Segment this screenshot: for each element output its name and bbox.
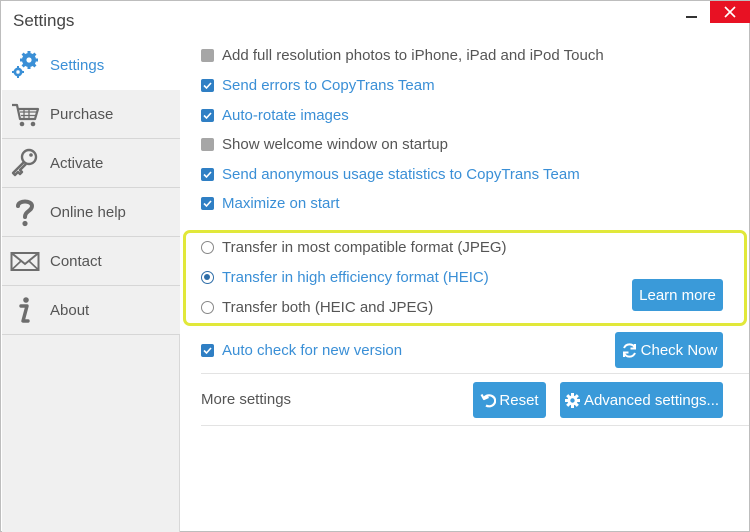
check-icon — [203, 82, 212, 90]
check-icon — [203, 171, 212, 179]
section-divider — [201, 373, 749, 374]
option-usage-statistics[interactable]: Send anonymous usage statistics to CopyT… — [201, 164, 601, 186]
option-label: Send errors to CopyTrans Team — [222, 77, 435, 94]
option-maximize-on-start[interactable]: Maximize on start — [201, 193, 381, 215]
option-auto-check-version[interactable]: Auto check for new version — [201, 340, 441, 362]
sidebar-item-label: Settings — [50, 57, 105, 74]
check-now-button[interactable]: Check Now — [615, 332, 723, 368]
sidebar-item-settings[interactable]: Settings — [2, 41, 181, 90]
envelope-icon — [10, 252, 40, 271]
sidebar-item-label: Activate — [50, 155, 104, 172]
sidebar-item-label: Purchase — [50, 106, 114, 123]
option-send-errors[interactable]: Send errors to CopyTrans Team — [201, 75, 461, 97]
sidebar: Settings Purchase Activate Online help C… — [2, 41, 181, 532]
advanced-settings-button[interactable]: Advanced settings... — [560, 382, 723, 418]
sidebar-item-purchase[interactable]: Purchase — [2, 90, 180, 139]
sidebar-item-label: About — [50, 302, 90, 319]
option-full-resolution[interactable]: Add full resolution photos to iPhone, iP… — [201, 45, 621, 67]
option-welcome-window[interactable]: Show welcome window on startup — [201, 134, 481, 156]
advanced-settings-label: Advanced settings... — [583, 391, 720, 409]
option-label: Show welcome window on startup — [222, 136, 448, 153]
option-label: Auto check for new version — [222, 342, 403, 359]
radio-button-selected[interactable] — [201, 271, 214, 284]
checkbox-unchecked[interactable] — [201, 49, 214, 62]
check-icon — [203, 347, 212, 355]
option-label: Maximize on start — [222, 195, 340, 212]
checkbox-unchecked[interactable] — [201, 138, 214, 151]
option-label: Send anonymous usage statistics to CopyT… — [222, 166, 580, 183]
checkbox-checked[interactable] — [201, 344, 214, 357]
close-button[interactable] — [710, 1, 750, 23]
sidebar-item-online-help[interactable]: Online help — [2, 188, 180, 237]
info-icon — [19, 297, 30, 323]
radio-button[interactable] — [201, 241, 214, 254]
reset-button[interactable]: Reset — [473, 382, 546, 418]
learn-more-button[interactable]: Learn more — [632, 279, 723, 311]
checkbox-checked[interactable] — [201, 79, 214, 92]
gear-icon — [564, 392, 580, 408]
close-icon — [724, 6, 736, 18]
title-bar: Settings — [1, 1, 750, 41]
format-option-both[interactable]: Transfer both (HEIC and JPEG) — [201, 297, 461, 319]
sidebar-item-about[interactable]: About — [2, 286, 180, 335]
format-option-label: Transfer in high efficiency format (HEIC… — [222, 269, 489, 286]
undo-icon — [480, 393, 497, 408]
sidebar-item-label: Contact — [50, 253, 102, 270]
settings-panel: Add full resolution photos to iPhone, iP… — [181, 41, 749, 532]
option-label: Auto-rotate images — [222, 107, 349, 124]
reset-label: Reset — [499, 391, 539, 409]
checkbox-checked[interactable] — [201, 197, 214, 210]
question-icon — [16, 199, 35, 227]
gear-icon — [12, 51, 38, 78]
sidebar-item-contact[interactable]: Contact — [2, 237, 180, 286]
check-icon — [203, 112, 212, 120]
format-option-label: Transfer in most compatible format (JPEG… — [222, 239, 507, 256]
sidebar-item-activate[interactable]: Activate — [2, 139, 180, 188]
cart-icon — [12, 103, 40, 127]
key-icon — [11, 148, 38, 177]
option-label: Add full resolution photos to iPhone, iP… — [222, 47, 604, 64]
radio-button[interactable] — [201, 301, 214, 314]
sidebar-item-label: Online help — [50, 204, 126, 221]
checkbox-checked[interactable] — [201, 109, 214, 122]
section-divider — [201, 425, 749, 426]
format-option-heic[interactable]: Transfer in high efficiency format (HEIC… — [201, 267, 521, 289]
option-auto-rotate[interactable]: Auto-rotate images — [201, 105, 401, 127]
window-title: Settings — [13, 11, 75, 30]
minimize-button[interactable] — [683, 5, 701, 23]
checkbox-checked[interactable] — [201, 168, 214, 181]
check-icon — [203, 200, 212, 208]
more-settings-label: More settings — [201, 391, 292, 408]
refresh-icon — [622, 342, 636, 358]
format-option-jpeg[interactable]: Transfer in most compatible format (JPEG… — [201, 237, 521, 259]
format-option-label: Transfer both (HEIC and JPEG) — [222, 299, 434, 316]
check-now-label: Check Now — [640, 341, 718, 359]
settings-window: Settings Settings Purchase Activate Onli… — [0, 0, 750, 532]
